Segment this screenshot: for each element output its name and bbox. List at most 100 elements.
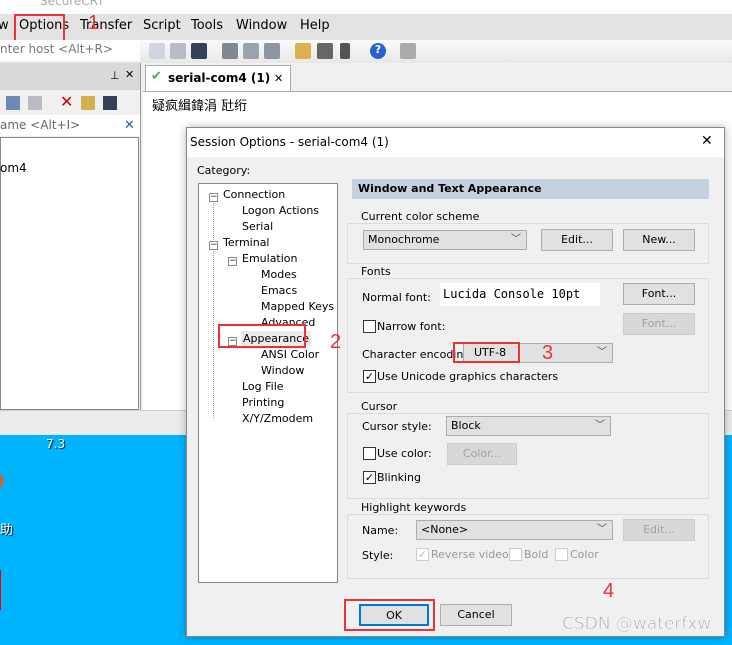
clear-filter-icon[interactable]: ✕ bbox=[124, 118, 135, 133]
use-color-label: Use color: bbox=[377, 447, 432, 460]
terminal-text: 疑疯緝鍏涓 瓧绗 bbox=[152, 99, 248, 114]
sftp-icon[interactable] bbox=[400, 43, 416, 59]
app-title-bar: SecureCRT bbox=[0, 0, 732, 14]
collapse-icon[interactable]: − bbox=[209, 193, 218, 202]
tree-item-modes[interactable]: Modes bbox=[261, 268, 297, 281]
find-icon[interactable] bbox=[191, 43, 207, 59]
dialog-title: Session Options - serial-com4 (1) bbox=[190, 135, 389, 149]
global-options-icon[interactable] bbox=[317, 43, 333, 59]
desktop-label: 7.3 bbox=[46, 437, 66, 451]
highlight-label: Highlight keywords bbox=[359, 501, 469, 514]
color-scheme-select[interactable]: Monochrome ﹀ bbox=[363, 230, 527, 250]
keyword-name-select[interactable]: <None> ﹀ bbox=[416, 520, 613, 540]
unicode-graphics-checkbox[interactable]: ✓ bbox=[363, 370, 376, 383]
category-label: Category: bbox=[197, 164, 251, 177]
print-icon[interactable] bbox=[264, 43, 280, 59]
color-scheme-label: Current color scheme bbox=[359, 210, 482, 223]
tree-item-terminal[interactable]: Terminal bbox=[223, 236, 270, 249]
new-color-scheme-button[interactable]: New... bbox=[623, 229, 695, 251]
cursor-color-button[interactable]: Color... bbox=[447, 443, 517, 465]
menu-window[interactable]: Window bbox=[236, 18, 287, 33]
menu-tools[interactable]: Tools bbox=[191, 18, 223, 33]
tree-item-logon-actions[interactable]: Logon Actions bbox=[242, 204, 319, 217]
blinking-label: Blinking bbox=[377, 471, 422, 484]
bold-checkbox[interactable] bbox=[509, 548, 522, 561]
color-scheme-value: Monochrome bbox=[368, 233, 440, 246]
connected-check-icon: ✔ bbox=[151, 69, 162, 84]
app-title: SecureCRT bbox=[40, 0, 105, 8]
session-filter-input[interactable]: ame <Alt+I> bbox=[0, 115, 140, 136]
tree-item-log-file[interactable]: Log File bbox=[242, 380, 284, 393]
dialog-title-bar: Session Options - serial-com4 (1) ✕ bbox=[187, 128, 724, 157]
paste-icon[interactable] bbox=[28, 96, 42, 110]
find-icon[interactable] bbox=[103, 96, 117, 110]
chevron-down-icon: ﹀ bbox=[597, 347, 607, 358]
color-checkbox[interactable] bbox=[555, 548, 568, 561]
narrow-font-button[interactable]: Font... bbox=[623, 313, 695, 335]
tree-item-serial[interactable]: Serial bbox=[242, 220, 273, 233]
chevron-down-icon: ﹀ bbox=[595, 420, 605, 431]
panel-close-icon[interactable]: ✕ bbox=[125, 68, 134, 81]
keymap-icon[interactable] bbox=[340, 43, 350, 59]
reverse-video-checkbox[interactable]: ✓ bbox=[416, 548, 429, 561]
keyword-name-label: Name: bbox=[362, 524, 399, 537]
chevron-down-icon: ﹀ bbox=[597, 524, 607, 535]
session-list bbox=[0, 137, 139, 410]
menu-script[interactable]: Script bbox=[143, 18, 181, 33]
collapse-icon[interactable]: − bbox=[209, 241, 218, 250]
blinking-checkbox[interactable]: ✓ bbox=[363, 471, 376, 484]
desktop-label: 助 bbox=[0, 523, 14, 538]
bold-label: Bold bbox=[524, 548, 549, 561]
annotation-1: 1 bbox=[88, 12, 100, 34]
tree-item-window[interactable]: Window bbox=[261, 364, 304, 377]
normal-font-button[interactable]: Font... bbox=[623, 283, 695, 305]
tree-item-printing[interactable]: Printing bbox=[242, 396, 284, 409]
cancel-button[interactable]: Cancel bbox=[440, 604, 512, 626]
menu-view[interactable]: w bbox=[0, 18, 9, 33]
tree-item-ansi-color[interactable]: ANSI Color bbox=[261, 348, 319, 361]
use-color-checkbox[interactable] bbox=[363, 447, 376, 460]
cursor-label: Cursor bbox=[359, 400, 400, 413]
tree-item-connection[interactable]: Connection bbox=[223, 188, 285, 201]
collapse-icon[interactable]: − bbox=[228, 257, 237, 266]
copy-icon[interactable] bbox=[6, 96, 20, 110]
session-item[interactable]: om4 bbox=[0, 161, 27, 175]
normal-font-value: Lucida Console 10pt bbox=[440, 283, 600, 306]
tree-item-xyzmodem[interactable]: X/Y/Zmodem bbox=[242, 412, 313, 425]
cursor-style-select[interactable]: Block ﹀ bbox=[446, 416, 611, 436]
tree-item-mapped-keys[interactable]: Mapped Keys bbox=[261, 300, 334, 313]
annotation-2: 2 bbox=[330, 331, 342, 353]
quick-connect-input[interactable]: nter host <Alt+R> bbox=[0, 40, 140, 61]
print-setup-icon[interactable] bbox=[222, 43, 238, 59]
dialog-close-icon[interactable]: ✕ bbox=[701, 133, 713, 149]
help-icon[interactable]: ? bbox=[370, 43, 386, 59]
tab-close-icon[interactable]: ✕ bbox=[274, 72, 283, 85]
tab-label: serial-com4 (1) bbox=[168, 71, 271, 85]
edit-keywords-button[interactable]: Edit... bbox=[623, 519, 695, 541]
session-options-icon[interactable] bbox=[295, 43, 311, 59]
copy-icon[interactable] bbox=[149, 43, 165, 59]
chevron-down-icon: ﹀ bbox=[511, 234, 521, 245]
delete-icon[interactable]: ✕ bbox=[60, 92, 73, 111]
menu-bar: w Options Transfer Script Tools Window H… bbox=[0, 14, 732, 40]
annotation-box-2 bbox=[218, 324, 306, 348]
tree-item-emacs[interactable]: Emacs bbox=[261, 284, 297, 297]
tab-serial-com4[interactable]: ✔ serial-com4 (1) ✕ bbox=[145, 65, 291, 91]
narrow-font-checkbox[interactable] bbox=[363, 320, 376, 333]
paste-icon[interactable] bbox=[170, 43, 186, 59]
cursor-style-value: Block bbox=[451, 419, 481, 432]
print-selection-icon[interactable] bbox=[243, 43, 259, 59]
annotation-3: 3 bbox=[542, 342, 554, 364]
edit-color-scheme-button[interactable]: Edit... bbox=[541, 229, 613, 251]
properties-icon[interactable] bbox=[81, 96, 95, 110]
category-tree[interactable]: − Connection Logon Actions Serial − Term… bbox=[198, 183, 338, 583]
pin-icon[interactable]: ⊥ bbox=[110, 69, 120, 82]
annotation-box-3 bbox=[453, 342, 520, 363]
session-options-dialog: Session Options - serial-com4 (1) ✕ Cate… bbox=[186, 127, 725, 637]
tree-item-emulation[interactable]: Emulation bbox=[242, 252, 298, 265]
session-manager-panel: ⊥ ✕ ✕ ame <Alt+I> ✕ om4 bbox=[0, 63, 141, 413]
fonts-label: Fonts bbox=[359, 265, 393, 278]
menu-help[interactable]: Help bbox=[300, 18, 330, 33]
narrow-font-label: Narrow font: bbox=[377, 320, 446, 333]
tree-line bbox=[213, 246, 214, 418]
